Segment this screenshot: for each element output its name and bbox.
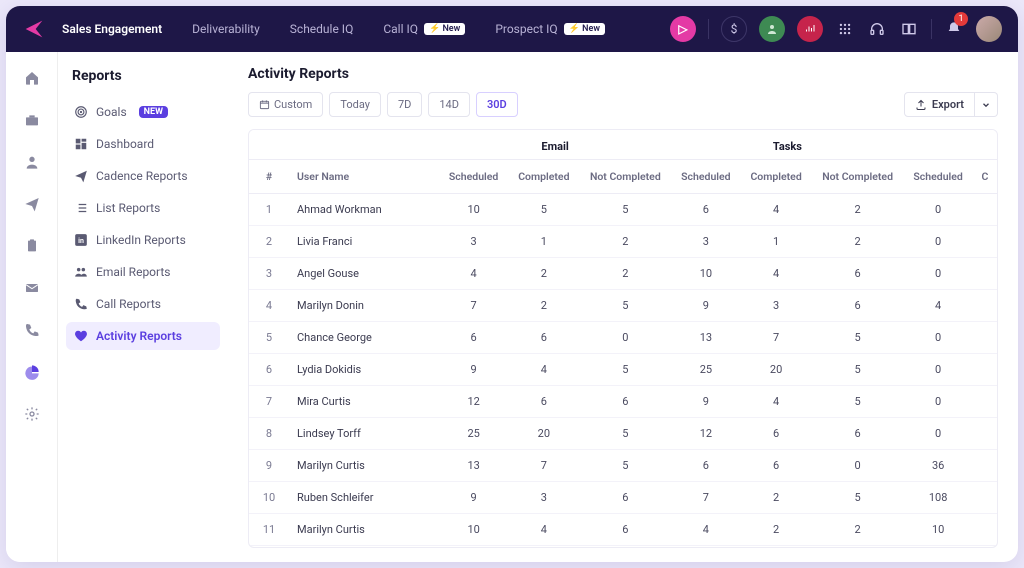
col-1: User Name <box>289 160 439 194</box>
left-rail <box>6 52 58 562</box>
calendar-icon <box>259 99 270 110</box>
activity-table[interactable]: Email Tasks #User NameScheduledCompleted… <box>248 129 998 548</box>
col-8: Scheduled <box>904 160 973 194</box>
range-selector: CustomToday7D14D30D <box>248 92 518 117</box>
top-nav: Sales Engagement Deliverability Schedule I… <box>62 22 670 36</box>
export-icon <box>915 99 927 111</box>
sidebar-item-goals[interactable]: GoalsNEW <box>66 98 220 126</box>
headset-icon[interactable] <box>867 16 887 42</box>
send-icon <box>74 169 88 183</box>
main-content: Activity Reports CustomToday7D14D30D Exp… <box>228 52 1018 562</box>
sidebar-item-cadence-reports[interactable]: Cadence Reports <box>66 162 220 190</box>
table-row[interactable]: 9Marilyn Curtis137566036 <box>249 450 997 482</box>
topnav-item-3[interactable]: Call IQ⚡ New <box>383 22 465 36</box>
play-badge-icon[interactable]: ▷ <box>670 16 696 42</box>
table-row[interactable]: 7Mira Curtis12669450 <box>249 386 997 418</box>
sidebar-item-activity-reports[interactable]: Activity Reports <box>66 322 220 350</box>
mail-icon[interactable] <box>22 278 42 298</box>
list-icon <box>74 201 88 215</box>
user-status-icon[interactable] <box>759 16 785 42</box>
col-6: Completed <box>741 160 812 194</box>
dashboard-icon <box>74 137 88 151</box>
bell-icon[interactable]: 1 <box>944 16 964 42</box>
range-14d[interactable]: 14D <box>428 92 470 117</box>
table-row[interactable]: 12Ruben Schleifer3123120 <box>249 546 997 549</box>
analytics-icon[interactable] <box>797 16 823 42</box>
dialpad-icon[interactable] <box>835 16 855 42</box>
phone-icon[interactable] <box>22 320 42 340</box>
table-row[interactable]: 3Angel Gouse42210460 <box>249 258 997 290</box>
topbar: Sales Engagement Deliverability Schedule I… <box>6 6 1018 52</box>
topnav-item-0[interactable]: Sales Engagement <box>62 22 162 36</box>
topnav-item-2[interactable]: Schedule IQ <box>290 22 354 36</box>
reports-sidebar: Reports GoalsNEW Dashboard Cadence Reports… <box>58 52 228 562</box>
new-badge: ⚡ New <box>564 23 605 35</box>
col-5: Scheduled <box>671 160 740 194</box>
export-dropdown[interactable] <box>975 92 998 117</box>
col-7: Not Completed <box>812 160 904 194</box>
heart-icon <box>74 329 88 343</box>
table-row[interactable]: 2Livia Franci3123120 <box>249 226 997 258</box>
topnav-item-4[interactable]: Prospect IQ⚡ New <box>495 22 605 36</box>
briefcase-icon[interactable] <box>22 110 42 130</box>
person-icon[interactable] <box>22 152 42 172</box>
topbar-actions: ▷ $ 1 <box>670 16 1002 42</box>
range-7d[interactable]: 7D <box>387 92 422 117</box>
gear-icon[interactable] <box>22 404 42 424</box>
page-title: Activity Reports <box>248 66 998 82</box>
table-row[interactable]: 10Ruben Schleifer936725108 <box>249 482 997 514</box>
dollar-icon[interactable]: $ <box>721 16 747 42</box>
export-button[interactable]: Export <box>904 92 975 117</box>
send-icon[interactable] <box>22 194 42 214</box>
phone-icon <box>74 297 88 311</box>
new-badge: ⚡ New <box>424 23 465 35</box>
sidebar-item-call-reports[interactable]: Call Reports <box>66 290 220 318</box>
target-icon <box>74 105 88 119</box>
sidebar-item-dashboard[interactable]: Dashboard <box>66 130 220 158</box>
notification-badge: 1 <box>954 12 968 26</box>
clipboard-icon[interactable] <box>22 236 42 256</box>
svg-text:in: in <box>78 237 84 245</box>
sidebar-item-linkedin-reports[interactable]: inLinkedIn Reports <box>66 226 220 254</box>
linkedin-icon: in <box>74 233 88 247</box>
home-icon[interactable] <box>22 68 42 88</box>
col-3: Completed <box>508 160 579 194</box>
people-icon <box>74 265 88 279</box>
col-2: Scheduled <box>439 160 508 194</box>
book-icon[interactable] <box>899 16 919 42</box>
range-custom[interactable]: Custom <box>248 92 323 117</box>
new-pill: NEW <box>139 106 168 118</box>
topnav-item-1[interactable]: Deliverability <box>192 22 260 36</box>
sidebar-title: Reports <box>66 68 220 84</box>
app-logo[interactable] <box>22 17 46 41</box>
table-row[interactable]: 5Chance George66013750 <box>249 322 997 354</box>
table-row[interactable]: 1Ahmad Workman10556420 <box>249 194 997 226</box>
pie-icon[interactable] <box>22 362 42 382</box>
sidebar-item-list-reports[interactable]: List Reports <box>66 194 220 222</box>
toolbar: CustomToday7D14D30D Export <box>228 92 1018 129</box>
table-row[interactable]: 8Lindsey Torff2520512660 <box>249 418 997 450</box>
avatar[interactable] <box>976 16 1002 42</box>
range-today[interactable]: Today <box>329 92 381 117</box>
sidebar-item-email-reports[interactable]: Email Reports <box>66 258 220 286</box>
col-4: Not Completed <box>579 160 671 194</box>
chevron-down-icon <box>981 100 991 110</box>
table-row[interactable]: 6Lydia Dokidis945252050 <box>249 354 997 386</box>
table-row[interactable]: 11Marilyn Curtis104642210 <box>249 514 997 546</box>
table-row[interactable]: 4Marilyn Donin7259364 <box>249 290 997 322</box>
col-0: # <box>249 160 289 194</box>
range-30d[interactable]: 30D <box>476 92 518 117</box>
col-9: C <box>973 160 997 194</box>
